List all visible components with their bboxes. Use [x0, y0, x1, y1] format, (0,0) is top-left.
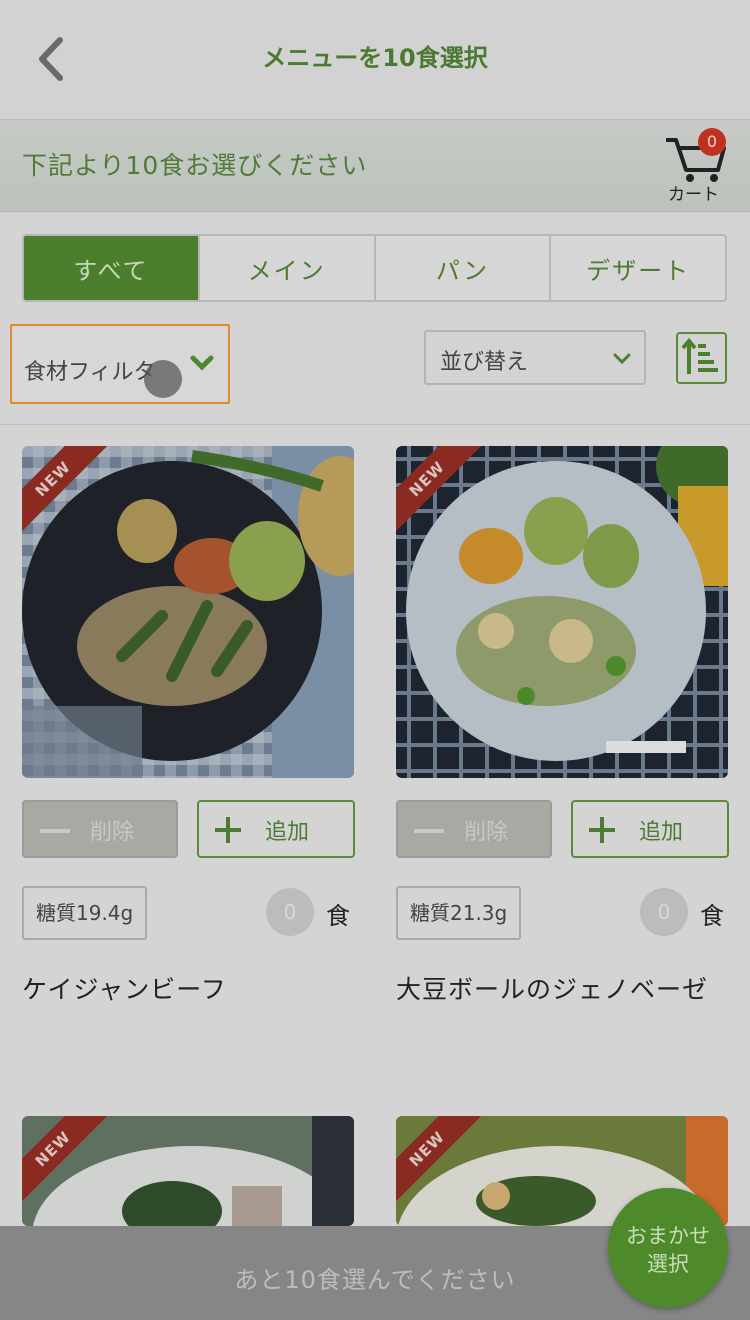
sort-select[interactable]: 並び替え [424, 330, 646, 385]
tab-bread[interactable]: パン [376, 236, 552, 300]
food-photo [22, 446, 354, 778]
plus-icon-vertical [226, 817, 230, 843]
add-button[interactable]: 追加 [571, 800, 729, 858]
tab-all[interactable]: すべて [24, 236, 200, 300]
sort-order-button[interactable] [676, 332, 727, 384]
cart-label: カート [668, 185, 719, 205]
product-image[interactable]: NEW [22, 446, 354, 778]
auto-select-button[interactable]: おまかせ 選択 [608, 1188, 728, 1308]
touch-indicator [144, 360, 182, 398]
delete-button-label: 削除 [464, 820, 509, 845]
divider [0, 424, 750, 425]
chevron-down-icon [190, 355, 214, 371]
add-button-label: 追加 [639, 820, 684, 845]
add-button-label: 追加 [265, 820, 310, 845]
tab-main[interactable]: メイン [200, 236, 376, 300]
quantity-unit: 食 [700, 902, 724, 930]
minus-icon [414, 829, 444, 833]
tab-dessert[interactable]: デザート [551, 236, 725, 300]
product-name[interactable]: 大豆ボールのジェノベーゼ [396, 970, 728, 1010]
product-name[interactable]: ケイジャンビーフ [22, 970, 354, 1010]
auto-select-label-line2: 選択 [647, 1252, 689, 1276]
chevron-down-icon [613, 353, 631, 365]
sort-order-icon [681, 337, 718, 374]
carb-badge: 糖質19.4g [22, 886, 148, 940]
carb-badge: 糖質21.3g [396, 886, 522, 940]
auto-select-label-line1: おまかせ [626, 1224, 710, 1248]
product-image[interactable]: NEW [396, 446, 728, 778]
delete-button[interactable]: 削除 [396, 800, 552, 858]
ingredient-filter-label: 食材フィルタ [24, 360, 156, 385]
food-photo [396, 446, 728, 778]
add-button[interactable]: 追加 [197, 800, 355, 858]
sort-select-label: 並び替え [440, 350, 529, 375]
category-tabs: すべて メイン パン デザート [22, 234, 727, 302]
quantity-unit: 食 [326, 902, 350, 930]
plus-icon-vertical [600, 817, 604, 843]
page-title: メニューを10食選択 [262, 44, 488, 72]
delete-button[interactable]: 削除 [22, 800, 178, 858]
cart-count-badge: 0 [698, 128, 726, 156]
quantity-count: 0 [266, 888, 314, 936]
instruction-text: 下記より10食お選びください [22, 151, 368, 180]
quantity-count: 0 [640, 888, 688, 936]
delete-button-label: 削除 [90, 820, 135, 845]
product-image[interactable]: NEW [22, 1116, 354, 1226]
ingredient-filter-button[interactable]: 食材フィルタ [10, 324, 230, 404]
minus-icon [40, 829, 70, 833]
